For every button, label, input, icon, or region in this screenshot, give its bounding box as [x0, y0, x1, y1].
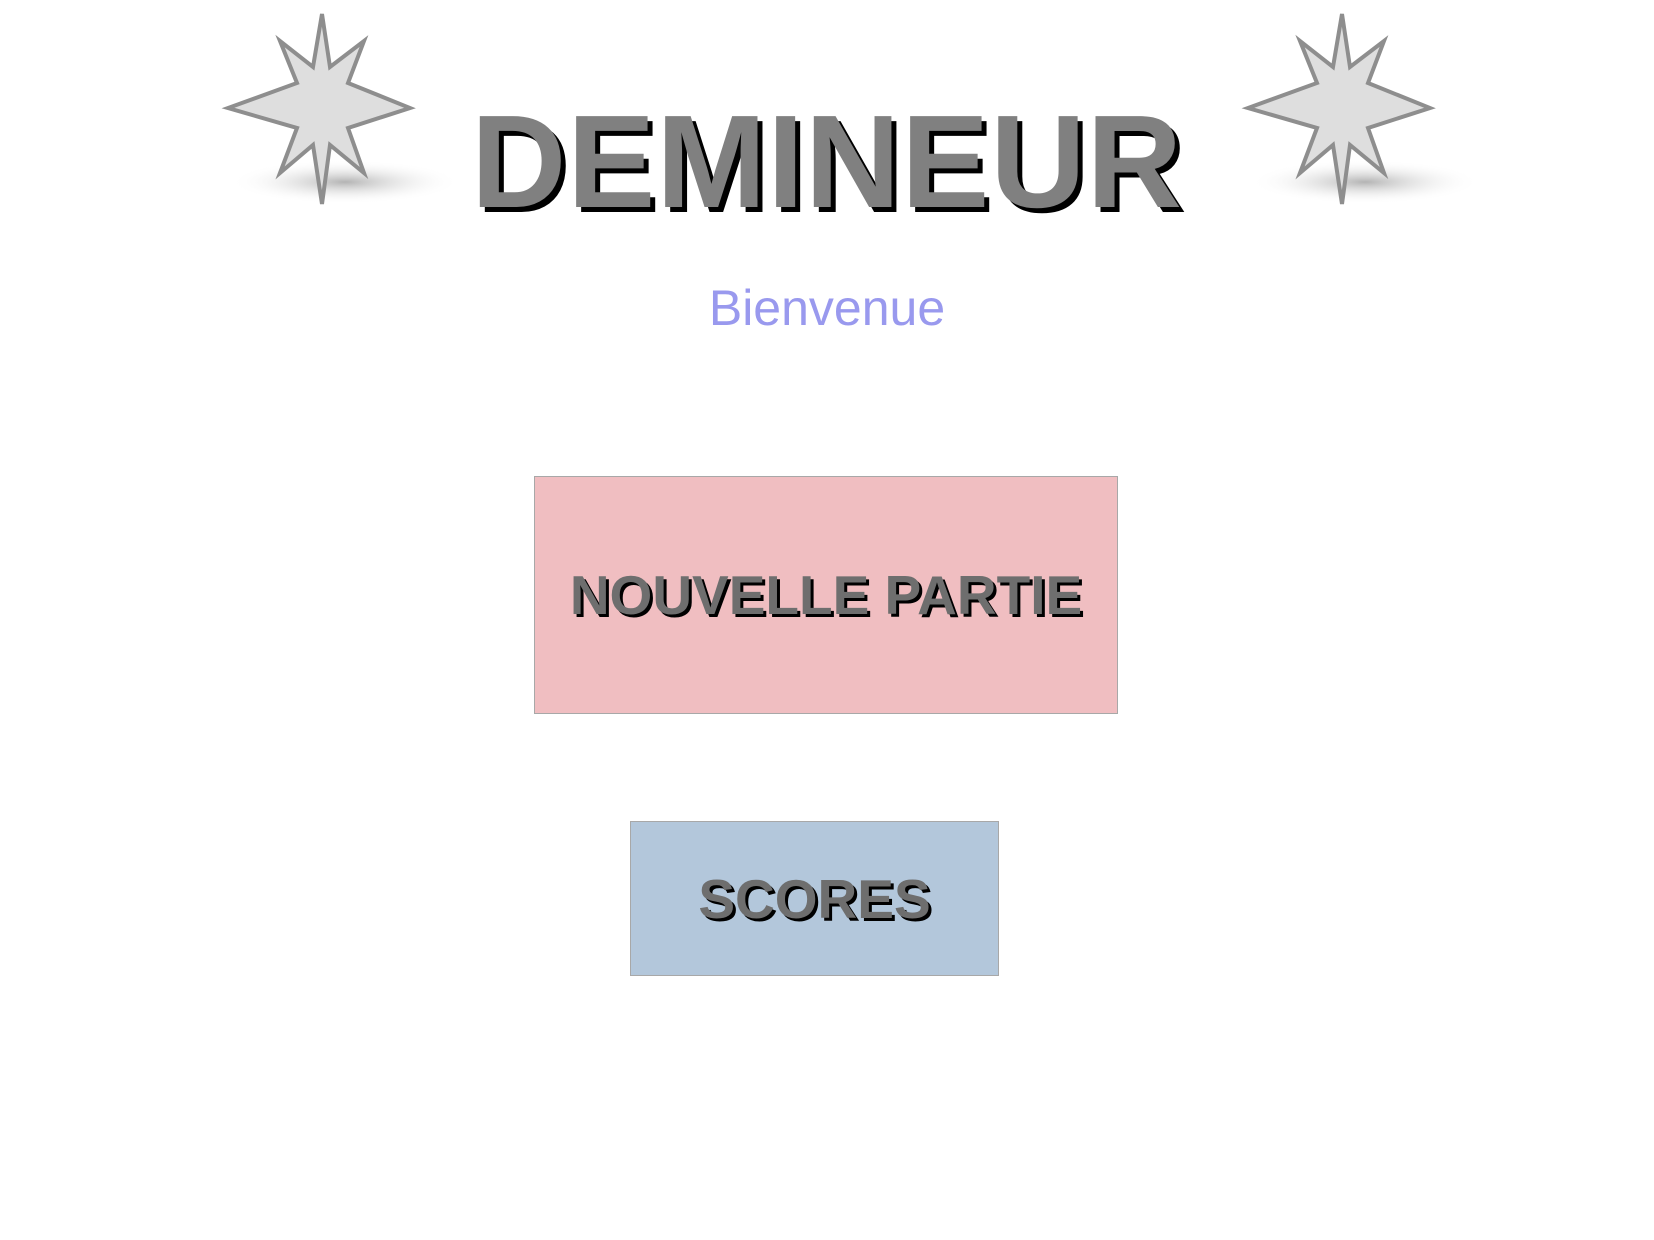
scores-label: SCORES — [698, 867, 931, 930]
scores-button[interactable]: SCORES — [630, 821, 999, 976]
new-game-label: NOUVELLE PARTIE — [569, 564, 1083, 626]
new-game-button[interactable]: NOUVELLE PARTIE — [534, 476, 1118, 714]
game-title: DEMINEUR — [470, 88, 1184, 235]
welcome-text: Bienvenue — [708, 280, 946, 336]
